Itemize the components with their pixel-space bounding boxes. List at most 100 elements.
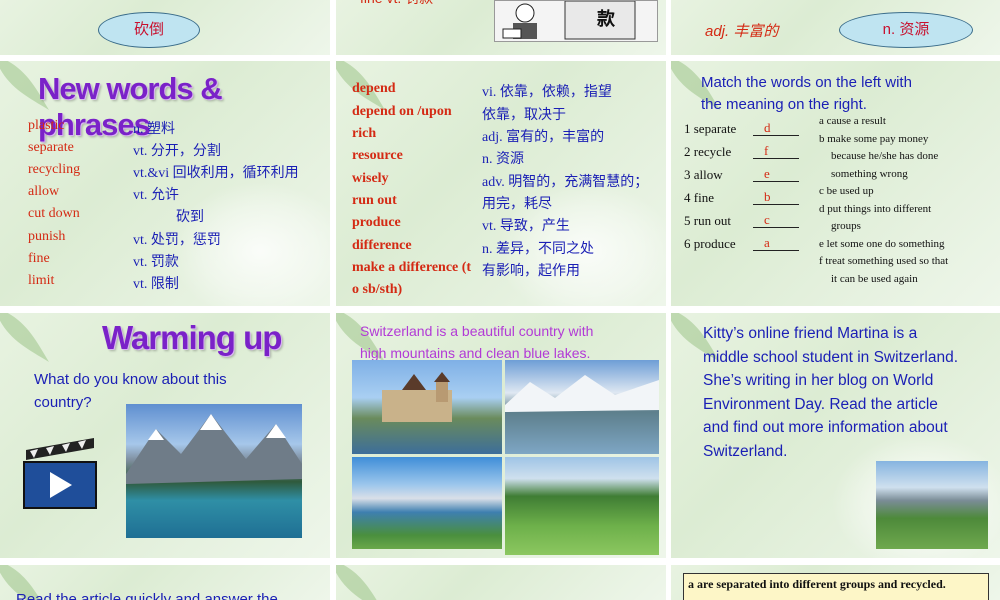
vocab-word: limit — [28, 273, 55, 288]
match-word: 5 run out — [684, 213, 731, 228]
vocab-meaning: vt. 允许 — [133, 188, 179, 203]
vocab-word: make a difference (t — [352, 260, 472, 275]
slide-title: New words & phrases — [38, 71, 223, 142]
blog-intro-line: Environment Day. Read the article — [703, 395, 938, 413]
vocab-word: depend — [352, 81, 396, 96]
partial-text: fine vt. 罚款 — [360, 0, 433, 8]
blog-intro-line: and find out more information about — [703, 419, 948, 436]
answer-blank[interactable] — [753, 204, 799, 205]
match-definition: because he/she has done — [831, 150, 939, 162]
vocab-meaning: n. 塑料 — [133, 122, 175, 137]
vocab-word: plastic — [28, 118, 65, 133]
village-photo — [876, 461, 988, 549]
match-answer: d — [764, 120, 771, 135]
blog-intro-line: Kitty’s online friend Martina is a — [703, 325, 918, 342]
castle-icon — [382, 372, 452, 422]
match-answer: f — [764, 143, 769, 158]
leaf-decoration-icon — [0, 313, 49, 362]
mountain-icon — [126, 414, 302, 484]
oval-b-label: n. 资源 — [882, 21, 930, 38]
answer-blank[interactable] — [753, 250, 799, 251]
match-word: 2 recycle — [684, 144, 732, 159]
vocab-word: punish — [28, 229, 66, 244]
answer-blank[interactable] — [753, 158, 799, 159]
vocab-meaning: n. 差异，不同之处 — [482, 242, 594, 257]
caption-line-2: high mountains and clean blue lakes. — [360, 345, 591, 361]
vocab-word: fine — [28, 251, 50, 266]
match-definition: f treat something used so that — [819, 255, 949, 267]
meaning-oval: 砍倒 — [98, 12, 200, 48]
green-valley-photo — [505, 457, 659, 555]
alpine-lake-photo — [505, 360, 659, 454]
vocab-meaning: vt. 限制 — [133, 277, 179, 292]
vocab-meaning: 有影响，起作用 — [482, 264, 580, 279]
match-answer: b — [764, 189, 771, 204]
vocab-word: o sb/sth) — [352, 282, 403, 297]
slide-kitty-blog[interactable]: Kitty’s online friend Martina is a middle… — [671, 313, 1000, 558]
vocab-meaning: vt. 分开，分割 — [133, 144, 221, 159]
slide-warming-up[interactable]: Warming up What do you know about this c… — [0, 313, 330, 558]
vocab-word: depend on /upon — [352, 104, 452, 119]
vocab-meaning: 依靠，取决于 — [482, 108, 566, 123]
match-word: 6 produce — [684, 236, 736, 251]
vocab-word: separate — [28, 140, 74, 155]
match-definition: it can be used again — [831, 272, 918, 285]
partial-question: Read the article quickly and answer the — [16, 591, 278, 600]
question-line-1: What do you know about this — [34, 371, 227, 388]
answer-blank[interactable] — [753, 135, 799, 136]
cartoon-icon — [502, 0, 636, 40]
vocab-meaning: vt. 处罚，惩罚 — [133, 233, 221, 248]
video-play-icon — [23, 438, 97, 509]
slide-top-right[interactable]: adj. 丰富的 n. 资源 — [671, 0, 1000, 55]
match-definition: something wrong — [831, 167, 908, 180]
match-definition: b make some pay money — [819, 132, 929, 145]
blog-intro-line: Switzerland. — [703, 442, 788, 460]
match-definition: groups — [831, 220, 861, 232]
slide-vocab-2[interactable]: depend vi. 依靠，依赖，指望 depend on /upon 依靠，取决于 r… — [336, 61, 666, 306]
answer-blank[interactable] — [753, 181, 799, 182]
leaf-decoration-icon — [336, 565, 377, 600]
slide-top-middle[interactable]: fine vt. 罚款 款 — [336, 0, 666, 55]
instruction-line-2: the meaning on the right. — [701, 96, 867, 113]
slide-bottom-right[interactable]: a are separated into different groups an… — [671, 565, 1000, 600]
match-definition: a cause a result — [819, 115, 886, 127]
castle-photo — [352, 360, 502, 454]
slide-match[interactable]: Match the words on the left with the mea… — [671, 61, 1000, 306]
question-line-2: country? — [34, 394, 92, 411]
cartoon-caption: 款 — [597, 9, 615, 29]
slide-title: Warming up — [102, 319, 282, 356]
caption-line-1: Switzerland is a beautiful country with — [360, 323, 594, 339]
vocab-word: recycling — [28, 162, 81, 177]
match-definition: d put things into different — [819, 202, 932, 215]
slide-new-words[interactable]: New words & phrases plastic n. 塑料 separate… — [0, 61, 330, 306]
match-answer: a — [764, 235, 770, 250]
match-definition: c be used up — [819, 185, 874, 197]
snow-peaks-icon — [505, 375, 659, 412]
meaning-oval-b: n. 资源 — [839, 12, 973, 48]
match-answer: e — [764, 166, 770, 181]
lake-meadow-photo — [352, 457, 502, 549]
cartoon-fine-image: 款 — [494, 0, 658, 42]
vocab-meaning: vt.&vi 回收利用，循环利用 — [133, 166, 299, 181]
vocab-word: allow — [28, 184, 60, 199]
blog-intro-line: She’s writing in her blog on World — [703, 372, 934, 389]
vocab-meaning: vt. 罚款 — [133, 255, 179, 270]
vocab-meaning: vt. 导致，产生 — [482, 219, 570, 234]
answer-blank[interactable] — [753, 227, 799, 228]
vocab-word: wisely — [352, 171, 389, 186]
blog-intro-line: middle school student in Switzerland. — [703, 348, 959, 366]
slide-top-left[interactable]: 砍倒 — [0, 0, 330, 55]
vocab-word: difference — [352, 238, 412, 253]
match-word: 4 fine — [684, 190, 714, 205]
oval-a-label: adj. 丰富的 — [705, 23, 779, 40]
slide-bottom-middle[interactable] — [336, 565, 666, 600]
mountain-lake-photo — [126, 404, 302, 538]
slide-bottom-left[interactable]: Read the article quickly and answer the — [0, 565, 330, 600]
vocab-word: produce — [352, 215, 401, 230]
slide-switzerland-photos[interactable]: Switzerland is a beautiful country with … — [336, 313, 666, 558]
vocab-meaning: adj. 富有的，丰富的 — [482, 130, 605, 145]
video-clip-button[interactable] — [22, 438, 98, 510]
vocab-meaning: vi. 依靠，依赖，指望 — [482, 85, 612, 100]
match-word: 1 separate — [684, 121, 737, 136]
answer-text: a are separated into different groups an… — [688, 577, 946, 591]
